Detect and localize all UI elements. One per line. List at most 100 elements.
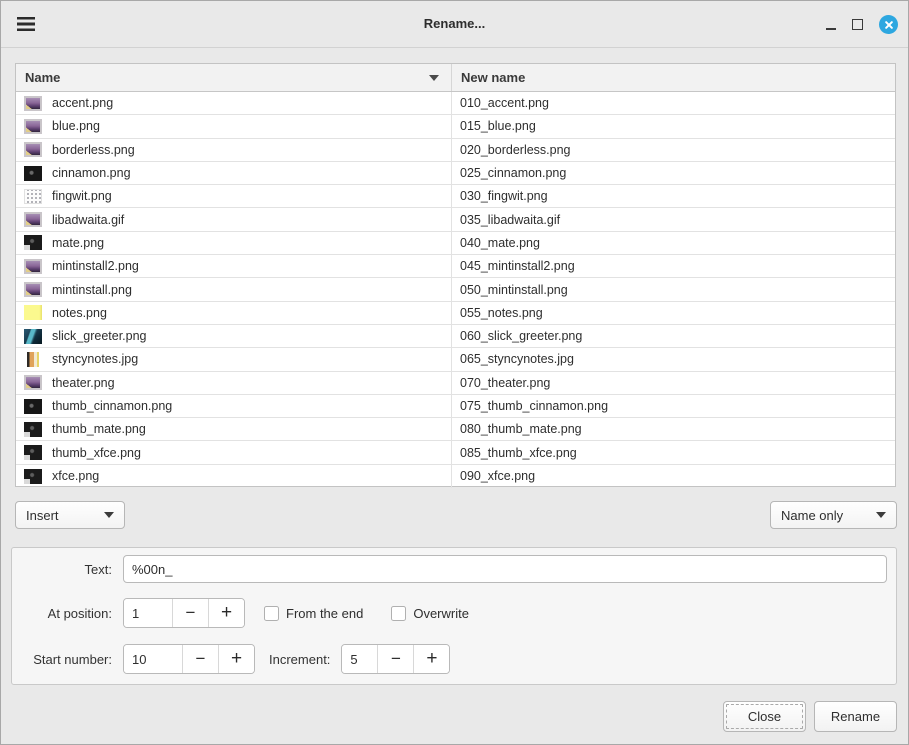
table-row[interactable]: mintinstall.png 050_mintinstall.png bbox=[16, 278, 895, 301]
file-name: slick_greeter.png bbox=[52, 329, 147, 343]
table-row[interactable]: cinnamon.png 025_cinnamon.png bbox=[16, 162, 895, 185]
file-thumbnail-icon bbox=[27, 352, 39, 367]
file-new-name: 090_xfce.png bbox=[460, 469, 535, 483]
file-name-cell: notes.png bbox=[16, 302, 452, 324]
insert-mode-dropdown[interactable]: Insert bbox=[15, 501, 125, 529]
from-end-checkbox[interactable]: From the end bbox=[264, 606, 363, 621]
file-new-name: 040_mate.png bbox=[460, 236, 540, 250]
close-icon[interactable] bbox=[879, 15, 898, 34]
file-new-name-cell: 085_thumb_xfce.png bbox=[452, 441, 895, 463]
file-new-name: 020_borderless.png bbox=[460, 143, 571, 157]
text-row: Text: bbox=[12, 555, 896, 583]
file-new-name: 055_notes.png bbox=[460, 306, 543, 320]
checkbox-icon bbox=[264, 606, 279, 621]
file-new-name-cell: 060_slick_greeter.png bbox=[452, 325, 895, 347]
table-row[interactable]: accent.png 010_accent.png bbox=[16, 92, 895, 115]
column-header-name[interactable]: Name bbox=[16, 64, 452, 91]
file-name: xfce.png bbox=[52, 469, 99, 483]
table-row[interactable]: theater.png 070_theater.png bbox=[16, 372, 895, 395]
minus-icon[interactable] bbox=[377, 645, 413, 673]
plus-icon[interactable] bbox=[413, 645, 449, 673]
column-new-name-label: New name bbox=[461, 70, 525, 85]
start-number-input[interactable] bbox=[124, 645, 182, 673]
file-name: blue.png bbox=[52, 119, 100, 133]
table-header: Name New name bbox=[16, 64, 895, 92]
increment-input[interactable] bbox=[342, 645, 377, 673]
file-new-name: 030_fingwit.png bbox=[460, 189, 548, 203]
position-stepper bbox=[123, 598, 245, 628]
file-name-cell: mintinstall.png bbox=[16, 278, 452, 300]
file-thumbnail-icon bbox=[24, 469, 42, 484]
table-row[interactable]: slick_greeter.png 060_slick_greeter.png bbox=[16, 325, 895, 348]
file-name: thumb_mate.png bbox=[52, 422, 146, 436]
file-name: theater.png bbox=[52, 376, 115, 390]
file-name-cell: slick_greeter.png bbox=[16, 325, 452, 347]
file-new-name: 045_mintinstall2.png bbox=[460, 259, 575, 273]
rename-preview-table: Name New name accent.png 010_accent.png … bbox=[15, 63, 896, 487]
file-new-name: 070_theater.png bbox=[460, 376, 550, 390]
file-name: thumb_xfce.png bbox=[52, 446, 141, 460]
table-row[interactable]: thumb_xfce.png 085_thumb_xfce.png bbox=[16, 441, 895, 464]
overwrite-checkbox[interactable]: Overwrite bbox=[391, 606, 469, 621]
file-new-name: 050_mintinstall.png bbox=[460, 283, 568, 297]
text-input[interactable] bbox=[123, 555, 887, 583]
file-thumbnail-icon bbox=[24, 375, 42, 390]
table-row[interactable]: blue.png 015_blue.png bbox=[16, 115, 895, 138]
table-row[interactable]: mintinstall2.png 045_mintinstall2.png bbox=[16, 255, 895, 278]
file-thumbnail-icon bbox=[24, 445, 42, 460]
minus-icon[interactable] bbox=[172, 599, 208, 627]
file-new-name-cell: 030_fingwit.png bbox=[452, 185, 895, 207]
increment-label: Increment: bbox=[269, 652, 330, 667]
chevron-down-icon bbox=[876, 512, 886, 518]
file-new-name: 015_blue.png bbox=[460, 119, 536, 133]
file-name: cinnamon.png bbox=[52, 166, 131, 180]
file-name: accent.png bbox=[52, 96, 113, 110]
file-new-name-cell: 070_theater.png bbox=[452, 372, 895, 394]
scope-dropdown[interactable]: Name only bbox=[770, 501, 897, 529]
minimize-icon[interactable] bbox=[826, 28, 836, 30]
start-number-label: Start number: bbox=[12, 652, 112, 667]
table-row[interactable]: xfce.png 090_xfce.png bbox=[16, 465, 895, 488]
table-row[interactable]: thumb_cinnamon.png 075_thumb_cinnamon.pn… bbox=[16, 395, 895, 418]
file-new-name-cell: 075_thumb_cinnamon.png bbox=[452, 395, 895, 417]
position-input[interactable] bbox=[124, 599, 172, 627]
file-new-name: 065_styncynotes.jpg bbox=[460, 352, 574, 366]
maximize-icon[interactable] bbox=[852, 19, 863, 30]
file-thumbnail-icon bbox=[24, 259, 42, 274]
file-name-cell: libadwaita.gif bbox=[16, 208, 452, 230]
position-label: At position: bbox=[12, 606, 112, 621]
from-end-label: From the end bbox=[286, 606, 363, 621]
table-row[interactable]: thumb_mate.png 080_thumb_mate.png bbox=[16, 418, 895, 441]
file-thumbnail-icon bbox=[24, 119, 42, 134]
plus-icon[interactable] bbox=[208, 599, 244, 627]
file-new-name: 010_accent.png bbox=[460, 96, 549, 110]
file-new-name: 080_thumb_mate.png bbox=[460, 422, 582, 436]
column-header-new-name[interactable]: New name bbox=[452, 64, 895, 91]
checkbox-icon bbox=[391, 606, 406, 621]
file-name-cell: mate.png bbox=[16, 232, 452, 254]
file-name-cell: borderless.png bbox=[16, 139, 452, 161]
start-number-row: Start number: Increment: bbox=[12, 645, 896, 673]
table-row[interactable]: mate.png 040_mate.png bbox=[16, 232, 895, 255]
plus-icon[interactable] bbox=[218, 645, 254, 673]
file-name: thumb_cinnamon.png bbox=[52, 399, 172, 413]
table-row[interactable]: notes.png 055_notes.png bbox=[16, 302, 895, 325]
minus-icon[interactable] bbox=[182, 645, 218, 673]
file-name: borderless.png bbox=[52, 143, 135, 157]
insert-options-panel: Text: At position: From the end Overwrit… bbox=[11, 547, 897, 685]
file-new-name-cell: 080_thumb_mate.png bbox=[452, 418, 895, 440]
sort-desc-icon bbox=[429, 75, 439, 81]
file-thumbnail-icon bbox=[24, 329, 42, 344]
rename-button[interactable]: Rename bbox=[814, 701, 897, 732]
file-new-name: 085_thumb_xfce.png bbox=[460, 446, 577, 460]
table-row[interactable]: styncynotes.jpg 065_styncynotes.jpg bbox=[16, 348, 895, 371]
table-row[interactable]: borderless.png 020_borderless.png bbox=[16, 139, 895, 162]
table-row[interactable]: fingwit.png 030_fingwit.png bbox=[16, 185, 895, 208]
file-name: fingwit.png bbox=[52, 189, 112, 203]
file-new-name: 075_thumb_cinnamon.png bbox=[460, 399, 608, 413]
file-new-name-cell: 055_notes.png bbox=[452, 302, 895, 324]
file-name-cell: fingwit.png bbox=[16, 185, 452, 207]
file-new-name-cell: 040_mate.png bbox=[452, 232, 895, 254]
close-button[interactable]: Close bbox=[723, 701, 806, 732]
table-row[interactable]: libadwaita.gif 035_libadwaita.gif bbox=[16, 208, 895, 231]
